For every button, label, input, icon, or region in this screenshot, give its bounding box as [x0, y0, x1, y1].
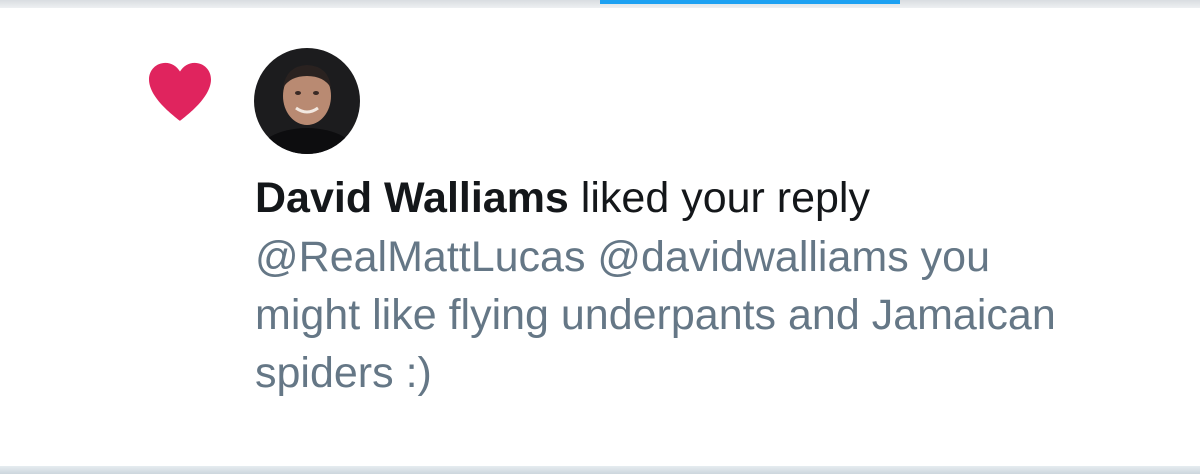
notification-text: David Walliams liked your reply @RealMat…: [255, 168, 1155, 402]
action-text: liked your reply: [568, 174, 870, 222]
avatar[interactable]: [254, 48, 360, 154]
user-name[interactable]: David Walliams: [255, 174, 569, 222]
bottom-divider: [0, 466, 1200, 474]
like-notification[interactable]: David Walliams liked your reply @RealMat…: [0, 8, 1200, 466]
active-tab-indicator: [600, 0, 900, 4]
heart-icon: [149, 62, 211, 121]
notification-headline: David Walliams liked your reply: [255, 168, 1155, 228]
tweet-text: @RealMattLucas @davidwalliams you might …: [255, 233, 1056, 397]
